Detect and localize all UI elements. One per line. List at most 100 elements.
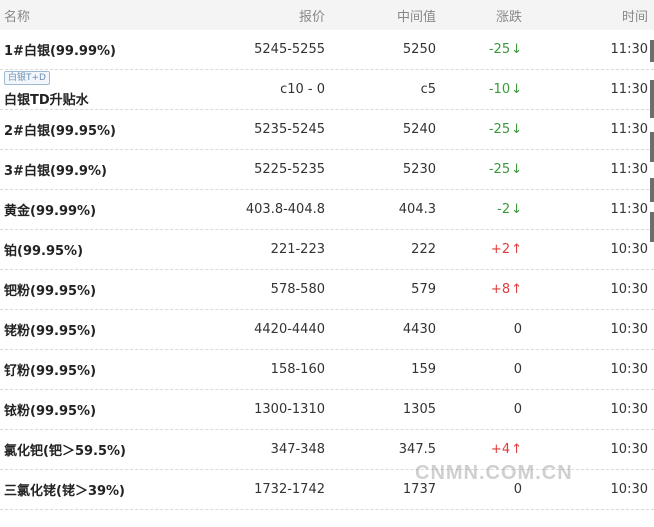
product-name[interactable]: 钌粉(99.95%) [4, 360, 96, 379]
cell-price: 158-160 [270, 362, 325, 377]
product-name[interactable]: 铑粉(99.95%) [4, 320, 96, 339]
cell-price: 347-348 [270, 442, 325, 457]
cell-time: 10:30 [610, 322, 648, 337]
cell-mid: 5230 [402, 162, 436, 177]
header-mid[interactable]: 中间值 [340, 0, 436, 30]
scroll-edge-marker [650, 212, 654, 242]
table-row[interactable]: 3#白银(99.9%) 5225-5235 5230 -25 ↓ 11:30 [0, 150, 654, 190]
product-name[interactable]: 2#白银(99.95%) [4, 120, 116, 139]
product-name[interactable]: 3#白银(99.9%) [4, 160, 107, 179]
cell-time: 11:30 [610, 82, 648, 97]
table-row[interactable]: 黄金(99.99%) 403.8-404.8 404.3 -2 ↓ 11:30 [0, 190, 654, 230]
cell-time: 11:30 [610, 122, 648, 137]
change-value: +2 [490, 242, 511, 257]
cell-price: 1300-1310 [254, 402, 325, 417]
cell-mid: 579 [411, 282, 436, 297]
table-row[interactable]: 1#白银(99.99%) 5245-5255 5250 -25 ↓ 11:30 [0, 30, 654, 70]
cell-price: 5245-5255 [254, 42, 325, 57]
table-row[interactable]: 2#白银(99.95%) 5235-5245 5240 -25 ↓ 11:30 [0, 110, 654, 150]
table-row[interactable]: 铂(99.95%) 221-223 222 +2 ↑ 10:30 [0, 230, 654, 270]
arrow-down-icon: ↓ [511, 122, 522, 137]
change-value: 0 [513, 322, 522, 337]
product-name[interactable]: 三氯化铑(铑＞39%) [4, 480, 125, 499]
cell-time: 10:30 [610, 442, 648, 457]
header-change[interactable]: 涨跌 [448, 0, 522, 30]
cell-change: +2 ↑ [448, 230, 522, 269]
product-name[interactable]: 铂(99.95%) [4, 240, 83, 259]
arrow-up-icon: ↑ [511, 242, 522, 257]
table-row[interactable]: 钯粉(99.95%) 578-580 579 +8 ↑ 10:30 [0, 270, 654, 310]
header-price[interactable]: 报价 [200, 0, 325, 30]
change-value: -10 [488, 82, 511, 97]
cell-time: 10:30 [610, 362, 648, 377]
change-value: -25 [488, 122, 511, 137]
cell-mid: 159 [411, 362, 436, 377]
product-name[interactable]: 白银TD升贴水 [4, 89, 89, 108]
scroll-edge-marker [650, 40, 654, 62]
arrow-down-icon: ↓ [511, 42, 522, 57]
cell-mid: 5240 [402, 122, 436, 137]
cell-price: c10 - 0 [280, 82, 325, 97]
cell-change: 0 [448, 390, 522, 429]
cell-change: 0 [448, 350, 522, 389]
watermark: CNMN.COM.CN [415, 462, 573, 484]
cell-time: 11:30 [610, 202, 648, 217]
header-time[interactable]: 时间 [560, 0, 648, 30]
product-name[interactable]: 铱粉(99.95%) [4, 400, 96, 419]
change-value: +4 [490, 442, 511, 457]
cell-change: +8 ↑ [448, 270, 522, 309]
name-wrap: 白银T+D 白银TD升贴水 [4, 71, 89, 108]
arrow-up-icon: ↑ [511, 442, 522, 457]
table-row[interactable]: 铑粉(99.95%) 4420-4440 4430 0 10:30 [0, 310, 654, 350]
cell-price: 403.8-404.8 [245, 202, 325, 217]
cell-time: 10:30 [610, 402, 648, 417]
arrow-down-icon: ↓ [511, 82, 522, 97]
cell-change: -25 ↓ [448, 110, 522, 149]
scroll-edge-marker [650, 80, 654, 118]
arrow-down-icon: ↓ [511, 162, 522, 177]
table-row[interactable]: 铱粉(99.95%) 1300-1310 1305 0 10:30 [0, 390, 654, 430]
price-table: 名称 报价 中间值 涨跌 时间 1#白银(99.99%) 5245-5255 525… [0, 0, 654, 510]
cell-change: -25 ↓ [448, 30, 522, 69]
product-name[interactable]: 黄金(99.99%) [4, 200, 96, 219]
cell-mid: 1305 [402, 402, 436, 417]
cell-mid: 404.3 [398, 202, 436, 217]
scroll-edge-marker [650, 132, 654, 162]
change-value: 0 [513, 402, 522, 417]
cell-time: 11:30 [610, 42, 648, 57]
change-value: +8 [490, 282, 511, 297]
cell-price: 5225-5235 [254, 162, 325, 177]
cell-change: -2 ↓ [448, 190, 522, 229]
td-badge: 白银T+D [4, 71, 50, 85]
table-row[interactable]: 白银T+D 白银TD升贴水 c10 - 0 c5 -10 ↓ 11:30 [0, 70, 654, 110]
cell-change: -10 ↓ [448, 70, 522, 109]
cell-price: 221-223 [270, 242, 325, 257]
arrow-up-icon: ↑ [511, 282, 522, 297]
change-value: -2 [497, 202, 511, 217]
cell-time: 10:30 [610, 482, 648, 497]
scroll-edge-marker [650, 178, 654, 202]
cell-mid: 4430 [402, 322, 436, 337]
cell-change: 0 [448, 310, 522, 349]
arrow-down-icon: ↓ [511, 202, 522, 217]
cell-mid: 5250 [402, 42, 436, 57]
table-body: 1#白银(99.99%) 5245-5255 5250 -25 ↓ 11:30 白银T+D 白… [0, 30, 654, 510]
cell-time: 10:30 [610, 242, 648, 257]
product-name[interactable]: 1#白银(99.99%) [4, 40, 116, 59]
cell-price: 1732-1742 [254, 482, 325, 497]
table-header: 名称 报价 中间值 涨跌 时间 [0, 0, 654, 30]
cell-price: 578-580 [270, 282, 325, 297]
cell-price: 4420-4440 [254, 322, 325, 337]
product-name[interactable]: 钯粉(99.95%) [4, 280, 96, 299]
cell-mid: c5 [420, 82, 436, 97]
table-row[interactable]: 钌粉(99.95%) 158-160 159 0 10:30 [0, 350, 654, 390]
cell-time: 11:30 [610, 162, 648, 177]
cell-time: 10:30 [610, 282, 648, 297]
cell-price: 5235-5245 [254, 122, 325, 137]
cell-change: -25 ↓ [448, 150, 522, 189]
change-value: 0 [513, 362, 522, 377]
change-value: -25 [488, 162, 511, 177]
cell-mid: 222 [411, 242, 436, 257]
product-name[interactable]: 氯化钯(钯＞59.5%) [4, 440, 126, 459]
change-value: -25 [488, 42, 511, 57]
